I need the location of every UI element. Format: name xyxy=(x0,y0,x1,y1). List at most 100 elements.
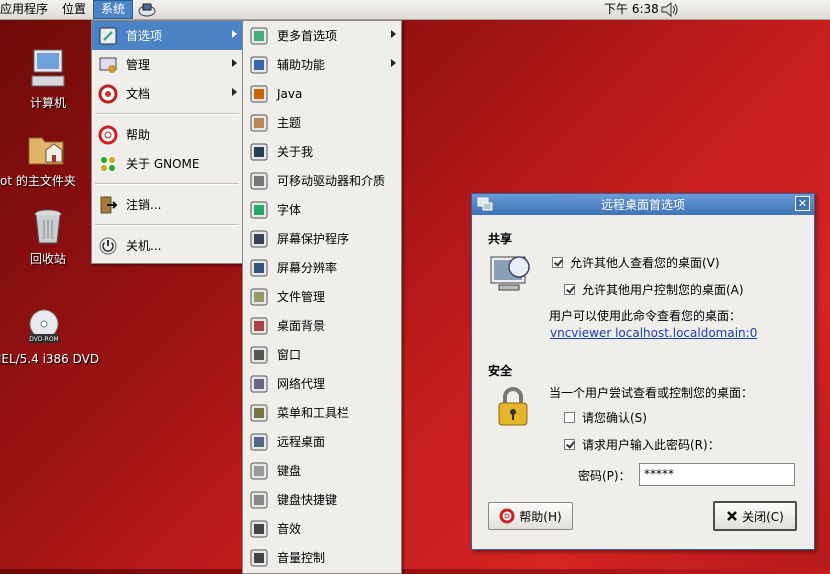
close-button[interactable]: 关闭(C) xyxy=(713,501,797,531)
menu-separator xyxy=(95,183,239,185)
pref-menu-item-5[interactable]: 可移动驱动器和介质 xyxy=(243,166,401,195)
pref-menu-item-10[interactable]: 桌面背景 xyxy=(243,311,401,340)
submenu-arrow-icon xyxy=(232,88,237,96)
ask-confirm-checkbox[interactable]: 请您确认(S) xyxy=(564,409,647,426)
checkbox-checked[interactable] xyxy=(552,257,563,268)
pref-menu-item-6[interactable]: 字体 xyxy=(243,195,401,224)
submenu-arrow-icon xyxy=(391,30,396,38)
close-icon[interactable]: ✕ xyxy=(795,196,810,211)
pref-menu-item-15[interactable]: 键盘 xyxy=(243,456,401,485)
vnc-command-link[interactable]: vncviewer localhost.localdomain:0 xyxy=(550,326,757,340)
shutdown-icon xyxy=(99,237,117,254)
pref-menu-item-17[interactable]: 音效 xyxy=(243,514,401,543)
preferences-submenu: 更多首选项 辅助功能 Java 主题 关于我 可移动驱动器和介质 字体 屏幕保护程序 屏幕分辨率… xyxy=(242,20,402,574)
theme-icon xyxy=(250,114,268,131)
allow-view-checkbox[interactable]: 允许其他人查看您的桌面(V) xyxy=(552,254,720,271)
desktop-icon-home[interactable]: root 的主文件夹 xyxy=(0,128,94,189)
more-preferences-icon xyxy=(250,27,268,44)
padlock-icon xyxy=(498,387,528,426)
windows-icon xyxy=(250,346,268,363)
checkbox-unchecked[interactable] xyxy=(564,412,575,423)
menu-item-preferences[interactable]: 首选项 xyxy=(92,21,242,50)
pref-menu-item-8[interactable]: 屏幕分辨率 xyxy=(243,253,401,282)
trash-icon xyxy=(34,209,62,244)
pref-menu-item-9[interactable]: 文件管理 xyxy=(243,282,401,311)
computer-icon xyxy=(31,49,65,87)
pref-menu-item-2[interactable]: Java xyxy=(243,79,401,108)
remote-desktop-icon xyxy=(250,433,268,450)
dialog-title: 远程桌面首选项 xyxy=(600,198,685,212)
monitor-share-icon xyxy=(490,256,530,291)
dialog-titlebar[interactable]: 远程桌面首选项 ✕ xyxy=(472,194,814,215)
volume-icon[interactable] xyxy=(660,1,680,18)
about-me-icon xyxy=(250,143,268,160)
checkbox-checked[interactable] xyxy=(564,439,575,450)
pref-menu-item-18[interactable]: 音量控制 xyxy=(243,543,401,572)
pref-menu-item-11[interactable]: 窗口 xyxy=(243,340,401,369)
menu-item-documents[interactable]: 文档 xyxy=(92,79,242,108)
desktop-icon-computer[interactable]: 计算机 xyxy=(0,48,98,111)
password-label: 密码(P)： xyxy=(578,469,631,483)
require-password-checkbox[interactable]: 请求用户输入此密码(R)： xyxy=(564,436,720,453)
logout-icon xyxy=(100,196,118,213)
font-icon xyxy=(250,201,268,218)
pref-menu-item-4[interactable]: 关于我 xyxy=(243,137,401,166)
pref-menu-item-16[interactable]: 键盘快捷键 xyxy=(243,485,401,514)
when-user-label: 当一个用户尝试查看或控制您的桌面： xyxy=(549,386,754,400)
file-management-icon xyxy=(250,288,268,305)
submenu-arrow-icon xyxy=(391,59,396,67)
desktop-icon-dvd[interactable]: DVD-ROM RHEL/5.4 i386 DVD xyxy=(0,308,118,366)
menu-item-shutdown[interactable]: 关机... xyxy=(92,231,242,260)
help-icon xyxy=(499,508,515,524)
administration-icon xyxy=(99,57,117,73)
menus-toolbars-icon xyxy=(250,404,268,421)
keyboard-shortcuts-icon xyxy=(250,491,268,508)
pref-menu-item-3[interactable]: 主题 xyxy=(243,108,401,137)
pref-menu-item-12[interactable]: 网络代理 xyxy=(243,369,401,398)
pref-menu-item-14[interactable]: 远程桌面 xyxy=(243,427,401,456)
close-icon xyxy=(727,511,738,521)
checkbox-checked[interactable] xyxy=(564,284,575,295)
password-field[interactable]: ***** xyxy=(639,463,795,486)
menu-separator xyxy=(95,224,239,226)
pref-menu-item-1[interactable]: 辅助功能 xyxy=(243,50,401,79)
keyboard-icon xyxy=(250,462,268,479)
java-icon xyxy=(250,85,268,102)
network-proxy-icon xyxy=(250,375,268,392)
pref-menu-item-0[interactable]: 更多首选项 xyxy=(243,21,401,50)
help-icon xyxy=(98,125,118,144)
menu-item-about-gnome[interactable]: 关于 GNOME xyxy=(92,149,242,178)
menu-item-logout[interactable]: 注销... xyxy=(92,190,242,219)
dvd-disc-label: DVD-ROM xyxy=(29,336,58,343)
desktop-icon-trash[interactable]: 回收站 xyxy=(0,208,98,267)
clock[interactable]: 下午 6:38 xyxy=(604,0,659,19)
pref-menu-item-7[interactable]: 屏幕保护程序 xyxy=(243,224,401,253)
allow-control-checkbox[interactable]: 允许其他用户控制您的桌面(A) xyxy=(564,281,744,298)
accessibility-icon xyxy=(250,56,268,73)
submenu-arrow-icon xyxy=(232,30,237,38)
system-menu[interactable]: 系统 xyxy=(93,0,134,19)
documents-icon xyxy=(98,84,118,103)
applications-menu[interactable]: 应用程序 xyxy=(0,0,55,19)
volume-control-icon xyxy=(250,549,268,566)
sharing-heading: 共享 xyxy=(488,232,513,246)
system-menu-popup: 首选项 管理 文档 帮助 关于 GNOME 注销... 关机... xyxy=(91,20,243,264)
home-folder-icon xyxy=(28,137,64,165)
help-button[interactable]: 帮助(H) xyxy=(488,502,573,530)
top-panel: 应用程序 位置 系统 下午 6:38 xyxy=(0,0,830,20)
screen-resolution-icon xyxy=(250,259,268,276)
menu-item-help[interactable]: 帮助 xyxy=(92,120,242,149)
gnome-icon xyxy=(101,156,115,171)
submenu-arrow-icon xyxy=(232,59,237,67)
removable-media-icon xyxy=(250,172,268,189)
network-icon[interactable] xyxy=(137,2,157,18)
pref-menu-item-13[interactable]: 菜单和工具栏 xyxy=(243,398,401,427)
sound-icon xyxy=(250,520,268,537)
screensaver-icon xyxy=(250,230,268,247)
preferences-item-list: 更多首选项 辅助功能 Java 主题 关于我 可移动驱动器和介质 字体 屏幕保护程序 屏幕分辨率… xyxy=(243,21,401,572)
places-menu[interactable]: 位置 xyxy=(55,0,93,19)
menu-separator xyxy=(95,113,239,115)
remote-desktop-icon xyxy=(477,197,493,211)
remote-desktop-dialog: 远程桌面首选项 ✕ 共享 允许其他人查看您的桌面(V) 允许其他用户控制您的桌面… xyxy=(471,193,815,550)
menu-item-administration[interactable]: 管理 xyxy=(92,50,242,79)
